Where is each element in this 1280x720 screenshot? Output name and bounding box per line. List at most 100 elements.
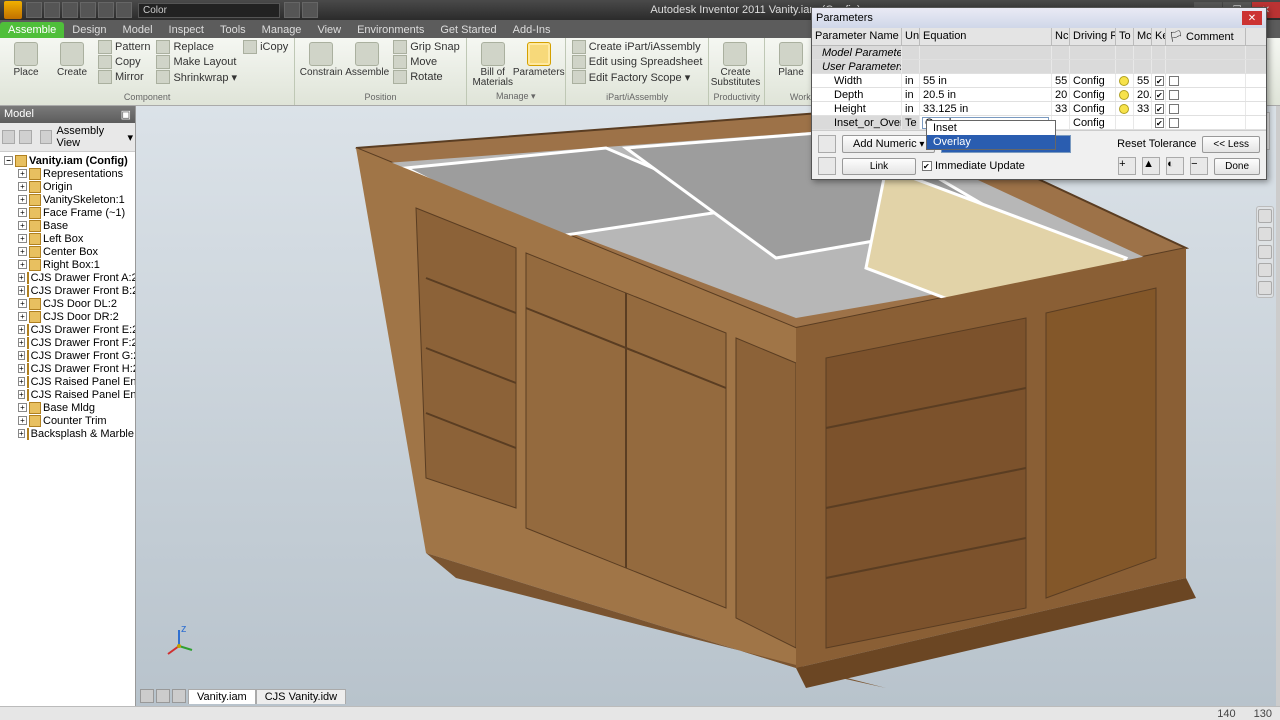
tab-design[interactable]: Design [64, 22, 114, 38]
immediate-update-checkbox[interactable]: Immediate Update [922, 160, 1025, 172]
plane-button[interactable]: Plane [769, 40, 813, 78]
constrain-button[interactable]: Constrain [299, 40, 343, 78]
qat-btn[interactable] [44, 2, 60, 18]
shrinkwrap-button[interactable]: Shrinkwrap ▾ [154, 70, 239, 84]
mirror-button[interactable]: Mirror [96, 70, 152, 84]
qat-btn[interactable] [302, 2, 318, 18]
qat-btn[interactable] [80, 2, 96, 18]
tab-addins[interactable]: Add-Ins [505, 22, 559, 38]
tree-item[interactable]: +CJS Drawer Front F:2 [0, 336, 135, 349]
tree-item[interactable]: +VanitySkeleton:1 [0, 193, 135, 206]
dropdown-option-overlay[interactable]: Overlay [927, 135, 1055, 149]
makelayout-button[interactable]: Make Layout [154, 55, 239, 69]
tab-tools[interactable]: Tools [212, 22, 254, 38]
dropdown-option-inset[interactable]: Inset [927, 121, 1055, 135]
dialog-close-button[interactable]: ✕ [1242, 11, 1262, 25]
tree-item[interactable]: +Origin [0, 180, 135, 193]
tab-icon[interactable] [172, 689, 186, 703]
tol-tri-icon[interactable]: ▲ [1142, 157, 1160, 175]
add-numeric-button[interactable]: Add Numeric ▾ [842, 135, 935, 153]
edit-factory-button[interactable]: Edit Factory Scope ▾ [570, 70, 705, 84]
3d-viewport[interactable]: z Vanity.iam CJS Vanity.idw [136, 106, 1276, 706]
qat-btn[interactable] [26, 2, 42, 18]
filter2-icon[interactable] [19, 130, 32, 144]
tree-item[interactable]: +CJS Drawer Front B:2 [0, 284, 135, 297]
replace-button[interactable]: Replace [154, 40, 239, 54]
tree-item[interactable]: +Base Mldg [0, 401, 135, 414]
qat-btn[interactable] [116, 2, 132, 18]
tree-item[interactable]: +CJS Drawer Front E:2 [0, 323, 135, 336]
tol-plus-icon[interactable]: + [1118, 157, 1136, 175]
tree-item[interactable]: +Base [0, 219, 135, 232]
pattern-button[interactable]: Pattern [96, 40, 152, 54]
tree-item[interactable]: +Backsplash & Marble [0, 427, 135, 440]
tab-model[interactable]: Model [115, 22, 161, 38]
parameters-button[interactable]: Parameters [517, 40, 561, 78]
tol-minus-icon[interactable]: − [1190, 157, 1208, 175]
doc-tab-vanity[interactable]: Vanity.iam [188, 689, 256, 704]
tree-item[interactable]: +CJS Drawer Front H:2 [0, 362, 135, 375]
tree-item[interactable]: +CJS Drawer Front A:2 [0, 271, 135, 284]
tree-item[interactable]: +Right Box:1 [0, 258, 135, 271]
tree-item[interactable]: +Left Box [0, 232, 135, 245]
param-row-depth[interactable]: Depthin20.5 in20Config20... [812, 88, 1266, 102]
move-button[interactable]: Move [391, 55, 462, 69]
place-button[interactable]: Place [4, 40, 48, 78]
substitutes-button[interactable]: Create Substitutes [713, 40, 757, 88]
app-logo[interactable] [4, 1, 22, 19]
tree-item[interactable]: +CJS Raised Panel End Right [0, 388, 135, 401]
tree-item[interactable]: +Counter Trim [0, 414, 135, 427]
tab-view[interactable]: View [309, 22, 349, 38]
tab-inspect[interactable]: Inspect [161, 22, 212, 38]
gripsnap-button[interactable]: Grip Snap [391, 40, 462, 54]
parameter-grid[interactable]: Model Parameters User Parameters Widthin… [812, 46, 1266, 130]
tree-item[interactable]: +Center Box [0, 245, 135, 258]
tab-icon[interactable] [140, 689, 154, 703]
tol-circle-icon[interactable]: ◐ [1166, 157, 1184, 175]
group-label: iPart/iAssembly [570, 92, 705, 103]
view-selector[interactable]: Assembly View [56, 125, 123, 149]
assemble-button[interactable]: Assemble [345, 40, 389, 78]
appearance-selector[interactable] [138, 3, 280, 18]
rotate-button[interactable]: Rotate [391, 70, 462, 84]
qat-btn[interactable] [98, 2, 114, 18]
create-ipart-button[interactable]: Create iPart/iAssembly [570, 40, 705, 54]
param-row-width[interactable]: Widthin55 in55Config55 [812, 74, 1266, 88]
tree-item[interactable]: +CJS Raised Panel End Left [0, 375, 135, 388]
create-button[interactable]: Create [50, 40, 94, 78]
tab-assemble[interactable]: Assemble [0, 22, 64, 38]
filter-icon[interactable] [818, 135, 836, 153]
filter-icon[interactable] [2, 130, 15, 144]
edit-spreadsheet-button[interactable]: Edit using Spreadsheet [570, 55, 705, 69]
less-button[interactable]: << Less [1202, 136, 1260, 153]
qat-btn[interactable] [62, 2, 78, 18]
bom-button[interactable]: Bill of Materials [471, 40, 515, 88]
tree-item[interactable]: +CJS Drawer Front G:2 [0, 349, 135, 362]
doc-tab-drawing[interactable]: CJS Vanity.idw [256, 689, 346, 704]
nav-zoom-icon[interactable] [1258, 245, 1272, 259]
tree-item[interactable]: +Representations [0, 167, 135, 180]
model-tree[interactable]: −Vanity.iam (Config)+Representations+Ori… [0, 152, 135, 706]
nav-home-icon[interactable] [1258, 209, 1272, 223]
tab-getstarted[interactable]: Get Started [432, 22, 504, 38]
tab-icon[interactable] [156, 689, 170, 703]
tree-item[interactable]: +Face Frame (~1) [0, 206, 135, 219]
tree-item[interactable]: +CJS Door DR:2 [0, 310, 135, 323]
link-icon[interactable] [818, 157, 836, 175]
qat-btn[interactable] [284, 2, 300, 18]
quick-access-toolbar[interactable] [26, 2, 132, 18]
panel-collapse-icon[interactable]: ▣ [121, 108, 131, 121]
tab-environments[interactable]: Environments [349, 22, 432, 38]
link-button[interactable]: Link [842, 158, 916, 175]
copy-button[interactable]: Copy [96, 55, 152, 69]
overlay-dropdown-list[interactable]: Inset Overlay [926, 120, 1056, 150]
nav-pan-icon[interactable] [1258, 227, 1272, 241]
view-icon[interactable] [40, 130, 53, 144]
tree-item[interactable]: +CJS Door DL:2 [0, 297, 135, 310]
done-button[interactable]: Done [1214, 158, 1260, 175]
tab-manage[interactable]: Manage [254, 22, 310, 38]
nav-orbit-icon[interactable] [1258, 263, 1272, 277]
param-row-height[interactable]: Heightin33.125 in33Config33 [812, 102, 1266, 116]
icopy-button[interactable]: iCopy [241, 40, 290, 54]
nav-lookat-icon[interactable] [1258, 281, 1272, 295]
